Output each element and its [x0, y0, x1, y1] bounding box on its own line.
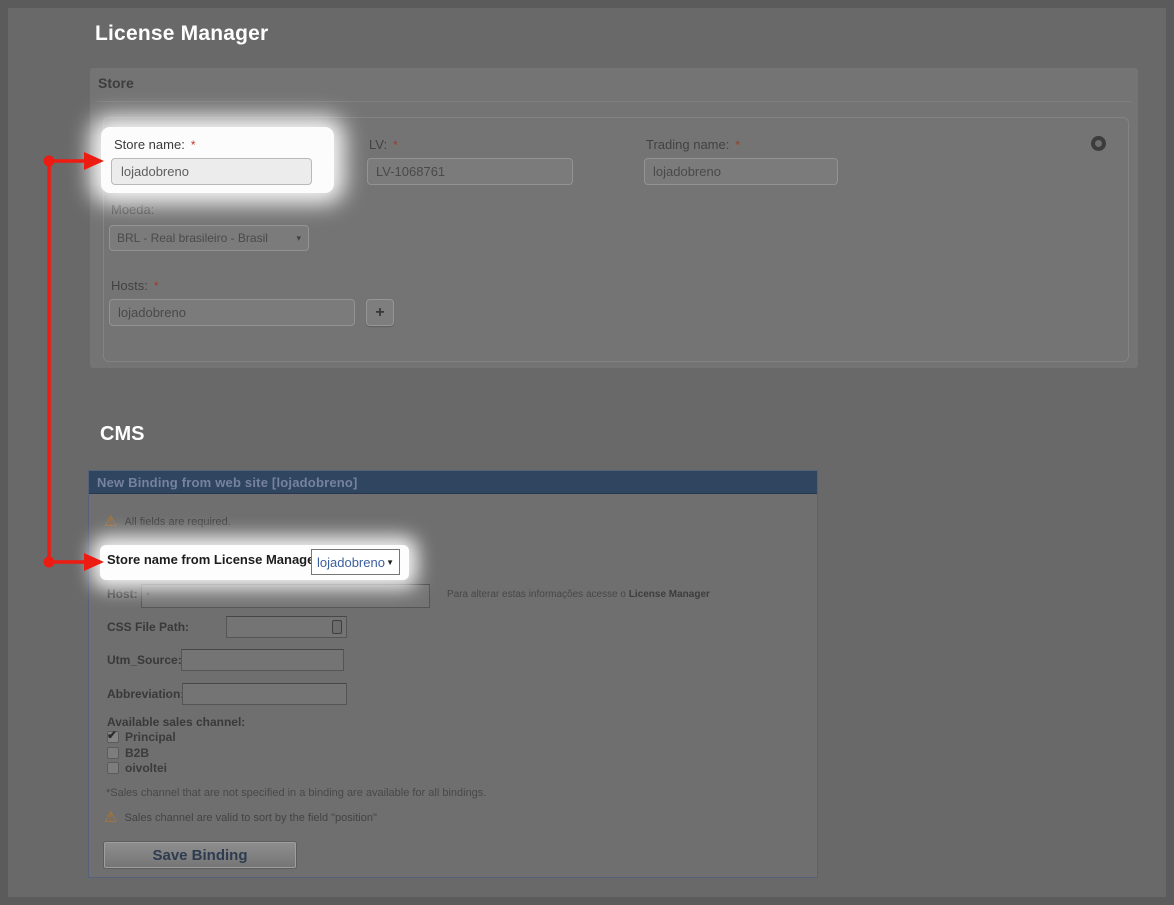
arrow-dot-bottom — [44, 557, 55, 568]
warning-position-text: Sales channel are valid to sort by the f… — [124, 812, 376, 824]
lv-label: LV: * — [369, 137, 398, 152]
host-label: Host: — [107, 587, 138, 601]
arrow-line-vertical — [47, 161, 51, 562]
arrow-line-top — [49, 159, 89, 163]
binding-panel-header: New Binding from web site [lojadobreno] — [89, 471, 817, 494]
utm-source-input[interactable] — [181, 649, 344, 671]
sales-channel-footnote: *Sales channel that are not specified in… — [106, 787, 486, 799]
sales-channel-option: oivoltei — [107, 761, 167, 775]
css-file-path-input[interactable] — [226, 616, 347, 638]
license-manager-title: License Manager — [95, 22, 268, 46]
moeda-select[interactable]: BRL - Real brasileiro - Brasil ▾ — [109, 225, 309, 251]
lv-label-text: LV: — [369, 137, 387, 152]
file-picker-icon[interactable] — [332, 620, 342, 634]
required-asterisk: * — [735, 138, 740, 152]
arrow-dot-top — [44, 156, 55, 167]
host-note-text: Para alterar estas informações acesse o — [447, 589, 626, 600]
chevron-down-icon: ▾ — [296, 233, 301, 244]
store-panel-divider — [97, 101, 1131, 102]
store-name-label: Store name: * — [114, 137, 196, 152]
store-panel-title: Store — [98, 75, 134, 91]
sales-channel-option: B2B — [107, 746, 149, 760]
warning-icon: ⚠ — [104, 810, 117, 825]
moeda-label: Moeda: — [111, 202, 154, 217]
tutorial-canvas: License Manager Store Store name: * LV: * … — [0, 0, 1174, 905]
checkbox-b2b-label: B2B — [125, 746, 149, 760]
checkbox-principal[interactable] — [107, 731, 119, 743]
store-name-input[interactable] — [111, 158, 312, 185]
plus-icon: + — [375, 304, 384, 322]
cms-binding-panel: New Binding from web site [lojadobreno] … — [88, 470, 818, 878]
checkbox-b2b[interactable] — [107, 747, 119, 759]
chevron-down-icon: ▼ — [386, 558, 394, 567]
arrow-line-bottom — [49, 560, 89, 564]
warning-position: ⚠ Sales channel are valid to sort by the… — [104, 810, 377, 825]
host-note-bold: License Manager — [629, 589, 710, 600]
moeda-selected-value: BRL - Real brasileiro - Brasil — [117, 231, 268, 245]
store-name-label-text: Store name: — [114, 137, 185, 152]
checkbox-oivoltei[interactable] — [107, 762, 119, 774]
license-manager-panel: Store Store name: * LV: * Trading name: * — [90, 68, 1138, 368]
trading-name-label-text: Trading name: — [646, 137, 729, 152]
required-asterisk: * — [154, 279, 159, 293]
store-binding-select[interactable]: lojadobreno ▼ — [311, 549, 400, 575]
required-asterisk: * — [191, 138, 196, 152]
warning-all-fields-text: All fields are required. — [124, 516, 230, 528]
warning-icon: ⚠ — [104, 514, 117, 529]
hosts-label: Hosts: * — [111, 278, 159, 293]
host-note: Para alterar estas informações acesse o … — [447, 589, 710, 600]
checkbox-oivoltei-label: oivoltei — [125, 761, 167, 775]
hosts-input[interactable] — [109, 299, 355, 326]
lv-input[interactable] — [367, 158, 573, 185]
store-fieldset: Store name:* LV:* Trading name:* Moeda: … — [103, 117, 1129, 362]
trading-name-label: Trading name: * — [646, 137, 740, 152]
trading-name-input[interactable] — [644, 158, 838, 185]
css-file-path-label: CSS File Path: — [107, 620, 189, 634]
close-icon[interactable] — [1091, 136, 1106, 151]
save-binding-button[interactable]: Save Binding — [104, 842, 296, 868]
checkbox-principal-label: Principal — [125, 730, 176, 744]
moeda-label-text: Moeda: — [111, 202, 154, 217]
save-binding-label: Save Binding — [152, 847, 247, 864]
utm-source-label: Utm_Source: — [107, 653, 182, 667]
hosts-label-text: Hosts: — [111, 278, 148, 293]
sales-channel-label: Available sales channel: — [107, 715, 245, 729]
required-asterisk: * — [393, 138, 398, 152]
add-host-button[interactable]: + — [366, 299, 394, 326]
warning-all-fields: ⚠ All fields are required. — [104, 514, 231, 529]
store-binding-label: Store name from License Manager: — [107, 552, 324, 567]
abbreviation-label: Abbreviation: — [107, 687, 184, 701]
store-binding-selected-value: lojadobreno — [317, 555, 385, 570]
sales-channel-option: Principal — [107, 730, 176, 744]
host-input[interactable] — [141, 584, 430, 608]
abbreviation-input[interactable] — [182, 683, 347, 705]
cms-title: CMS — [100, 423, 144, 446]
